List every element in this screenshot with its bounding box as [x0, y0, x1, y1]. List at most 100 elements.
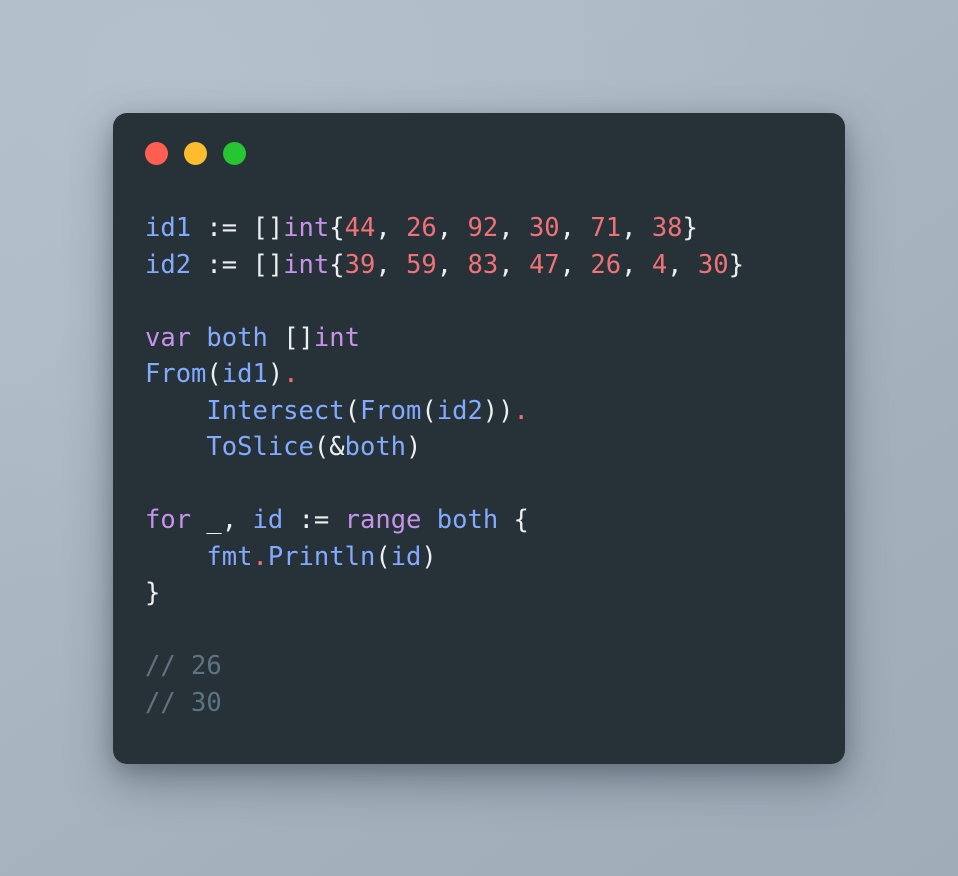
code-token: 92	[467, 213, 499, 243]
code-token: From	[145, 359, 207, 389]
page-background: id1 := []int{44, 26, 92, 30, 71, 38} id2 …	[0, 0, 958, 876]
code-token: }	[682, 213, 698, 243]
code-token: ,	[375, 213, 407, 243]
code-token: ,	[621, 249, 652, 280]
code-token: []	[252, 213, 284, 243]
code-token: id2	[436, 395, 483, 426]
code-token: (	[421, 395, 437, 426]
code-token: fmt	[206, 541, 253, 572]
code-token: :=	[191, 213, 253, 243]
code-token: (&	[313, 432, 345, 462]
code-token: ,	[559, 213, 591, 243]
code-token: )	[406, 432, 422, 462]
code-token: 59	[406, 249, 437, 280]
close-window-icon[interactable]	[145, 142, 168, 165]
code-token: From	[359, 395, 422, 426]
code-token: {	[329, 213, 345, 243]
minimize-window-icon[interactable]	[184, 142, 207, 165]
code-line: id1 := []int{44, 26, 92, 30, 71, 38}	[145, 210, 831, 247]
code-token: ,	[436, 249, 468, 280]
code-token: // 30	[145, 687, 222, 718]
code-line: for _, id := range both {	[145, 502, 831, 539]
maximize-window-icon[interactable]	[223, 142, 246, 165]
code-token: 4	[651, 249, 668, 280]
code-token: Println	[267, 541, 376, 572]
code-snippet-card: id1 := []int{44, 26, 92, 30, 71, 38} id2 …	[113, 113, 845, 764]
code-token: Intersect	[206, 395, 345, 426]
code-block: id1 := []int{44, 26, 92, 30, 71, 38} id2 …	[145, 210, 831, 721]
code-token: ,	[498, 249, 529, 280]
code-token: 26	[590, 249, 622, 280]
code-token: range	[344, 505, 422, 535]
code-token: ,	[498, 213, 529, 243]
code-token: ,	[436, 213, 468, 243]
code-token: _	[191, 505, 222, 535]
code-token: []	[252, 249, 284, 280]
code-token: id2	[145, 249, 192, 280]
code-line: Intersect(From(id2)).	[145, 393, 831, 430]
code-token: )	[421, 541, 437, 572]
code-line: var both []int	[145, 320, 831, 357]
code-token: []	[283, 322, 314, 353]
code-token: .	[252, 541, 268, 572]
code-token: for	[145, 505, 192, 535]
code-token: {	[329, 249, 345, 280]
code-token: 47	[528, 249, 560, 280]
code-token: id1	[145, 213, 192, 243]
code-token: }	[145, 578, 161, 608]
code-token: :=	[283, 505, 345, 535]
code-line: // 30	[145, 685, 831, 722]
code-token: both	[206, 322, 268, 353]
code-token: (	[375, 541, 391, 572]
code-token: 44	[344, 213, 376, 243]
code-token: }	[728, 249, 744, 280]
code-token: id1	[221, 359, 268, 389]
code-token: 71	[590, 213, 622, 243]
code-line: ToSlice(&both)	[145, 429, 831, 466]
code-token: ,	[375, 249, 407, 280]
code-token: ,	[621, 213, 652, 243]
code-token: :=	[191, 249, 253, 280]
code-token: both	[436, 505, 499, 535]
code-token: .	[513, 395, 529, 426]
code-token: 26	[406, 213, 437, 243]
code-token: id	[390, 541, 422, 572]
code-token: 38	[651, 213, 683, 243]
code-token: ,	[221, 505, 253, 535]
code-token: var	[145, 322, 192, 353]
code-token: (	[344, 395, 360, 426]
code-token: ToSlice	[206, 432, 314, 462]
code-token: (	[206, 359, 222, 389]
code-line: id2 := []int{39, 59, 83, 47, 26, 4, 30}	[145, 247, 831, 284]
code-token: int	[283, 213, 330, 243]
code-token: ))	[482, 395, 514, 426]
code-line: // 26	[145, 648, 831, 685]
code-line: }	[145, 575, 831, 612]
code-token: both	[344, 432, 407, 462]
code-token: 83	[467, 249, 499, 280]
code-token: )	[267, 359, 284, 389]
code-token: ,	[667, 249, 698, 280]
code-token: 30	[697, 249, 729, 280]
code-token: id	[252, 505, 284, 535]
code-token: ,	[559, 249, 591, 280]
code-token: 30	[528, 213, 560, 243]
code-token: 39	[344, 249, 376, 280]
code-line: From(id1).	[145, 356, 831, 393]
code-line: fmt.Println(id)	[145, 539, 831, 576]
code-token: // 26	[145, 651, 222, 681]
code-token: int	[283, 249, 330, 280]
code-token: {	[498, 505, 529, 535]
code-token: int	[313, 322, 360, 353]
window-controls	[145, 142, 246, 165]
code-token: .	[283, 359, 299, 389]
